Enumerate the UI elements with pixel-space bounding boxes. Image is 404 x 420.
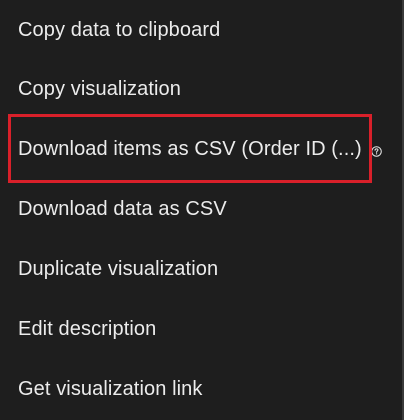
menu-item-label: Edit description <box>18 317 157 340</box>
menu-item-copy-data-to-clipboard[interactable]: Copy data to clipboard <box>0 0 400 60</box>
menu-item-duplicate-visualization[interactable]: Duplicate visualization <box>0 239 400 299</box>
menu-item-label: Get visualization link <box>18 377 203 400</box>
help-circle-icon[interactable] <box>371 140 382 157</box>
menu-item-label: Copy visualization <box>18 77 181 100</box>
context-menu: Copy data to clipboard Copy visualizatio… <box>0 0 404 420</box>
menu-item-label: Duplicate visualization <box>18 257 219 280</box>
menu-item-copy-visualization[interactable]: Copy visualization <box>0 59 400 119</box>
menu-item-label: Download data as CSV <box>18 197 227 220</box>
menu-item-label: Copy data to clipboard <box>18 18 221 41</box>
menu-item-download-items-as-csv[interactable]: Download items as CSV (Order ID (...) <box>0 119 400 179</box>
menu-item-label: Download items as CSV (Order ID (...) <box>18 137 362 160</box>
menu-item-edit-description[interactable]: Edit description <box>0 299 400 359</box>
menu-item-download-data-as-csv[interactable]: Download data as CSV <box>0 179 400 239</box>
menu-item-get-visualization-link[interactable]: Get visualization link <box>0 359 400 419</box>
